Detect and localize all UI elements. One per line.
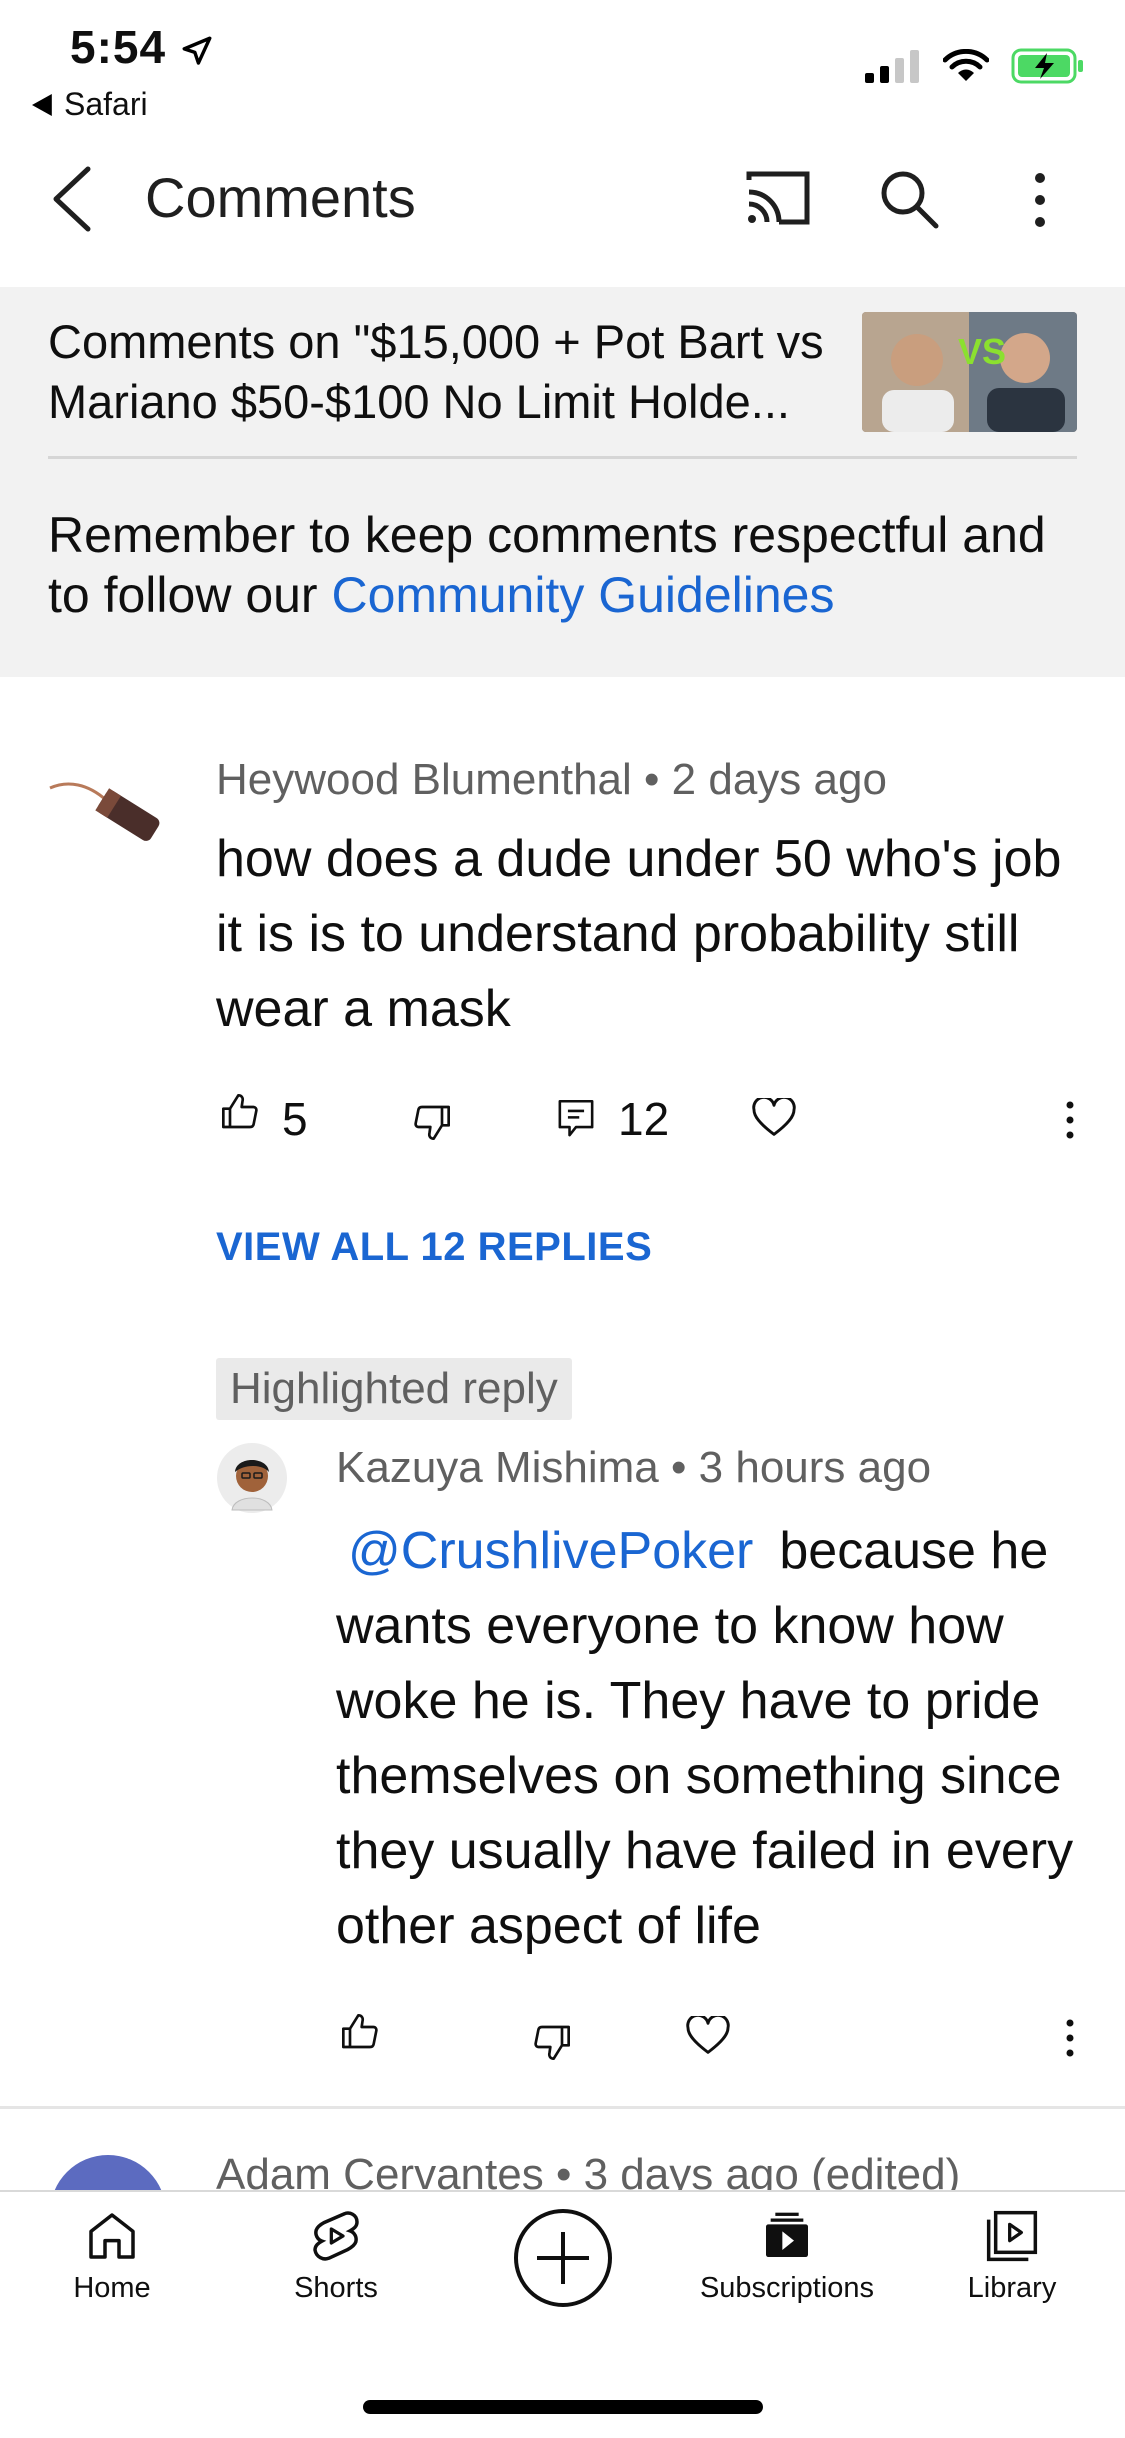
heart-icon bbox=[752, 1098, 796, 1138]
nav-shorts[interactable]: Shorts bbox=[256, 2208, 416, 2305]
back-app-label: Safari bbox=[64, 86, 148, 122]
thumb-down-icon bbox=[532, 2022, 572, 2062]
reply-text: because he wants everyone to know how wo… bbox=[336, 1522, 1074, 1955]
cast-button[interactable] bbox=[745, 170, 811, 226]
comment-divider bbox=[0, 2106, 1125, 2109]
back-to-safari[interactable]: Safari bbox=[32, 86, 148, 123]
nav-home[interactable]: Home bbox=[32, 2208, 192, 2305]
cellular-signal-icon bbox=[865, 49, 921, 83]
search-button[interactable] bbox=[878, 168, 940, 230]
reply-more-button[interactable] bbox=[1060, 2018, 1080, 2058]
reply-count: 12 bbox=[618, 1093, 670, 1145]
location-arrow-icon bbox=[180, 34, 214, 68]
battery-charging-icon bbox=[1011, 48, 1085, 84]
reply-button[interactable] bbox=[556, 1098, 596, 1140]
reply-time: 3 hours ago bbox=[698, 1443, 932, 1492]
library-icon bbox=[984, 2208, 1040, 2264]
nav-library-label: Library bbox=[967, 2272, 1057, 2304]
reply-heart-button[interactable] bbox=[686, 2016, 730, 2056]
reply-dislike-button[interactable] bbox=[532, 2022, 572, 2062]
thumb-up-icon bbox=[220, 1092, 260, 1132]
comment-author[interactable]: Heywood Blumenthal bbox=[216, 755, 632, 804]
more-vert-icon bbox=[1060, 2018, 1080, 2058]
thumb-down-icon bbox=[412, 1102, 452, 1142]
meta-separator: • bbox=[671, 1443, 699, 1492]
back-arrow-button[interactable] bbox=[50, 165, 94, 233]
thumb-up-icon bbox=[340, 2012, 380, 2052]
heart-button[interactable] bbox=[752, 1098, 796, 1138]
create-button[interactable] bbox=[513, 2208, 613, 2308]
comment-time: 2 days ago bbox=[671, 755, 887, 804]
time-text: 5:54 bbox=[70, 21, 167, 73]
page-title: Comments bbox=[145, 166, 416, 229]
more-vert-icon bbox=[1028, 170, 1052, 230]
highlighted-reply-label: Highlighted reply bbox=[216, 1358, 572, 1420]
nav-subscriptions-label: Subscriptions bbox=[699, 2272, 875, 2304]
reply-text-block: @CrushlivePoker because he wants everyone… bbox=[336, 1514, 1086, 1964]
chevron-left-icon bbox=[50, 165, 94, 233]
like-count: 5 bbox=[282, 1093, 308, 1145]
nav-subscriptions[interactable]: Subscriptions bbox=[700, 2208, 874, 2305]
comment-meta: Heywood Blumenthal • 2 days ago bbox=[216, 755, 887, 805]
like-button[interactable] bbox=[220, 1092, 260, 1132]
wifi-icon bbox=[943, 49, 989, 83]
comment-more-button[interactable] bbox=[1060, 1100, 1080, 1140]
video-title: Comments on "$15,000 + Pot Bart vs Maria… bbox=[48, 315, 824, 428]
community-guidelines-link[interactable]: Community Guidelines bbox=[331, 567, 834, 623]
status-time: 5:54 bbox=[70, 20, 214, 74]
meta-separator: • bbox=[644, 755, 672, 804]
home-indicator bbox=[363, 2400, 763, 2414]
nav-shorts-label: Shorts bbox=[294, 2272, 378, 2304]
back-triangle-icon bbox=[32, 93, 54, 116]
nav-home-label: Home bbox=[73, 2272, 151, 2304]
dislike-button[interactable] bbox=[412, 1102, 452, 1142]
comment-avatar[interactable] bbox=[48, 778, 162, 868]
search-icon bbox=[878, 168, 940, 230]
status-indicators bbox=[865, 48, 1085, 84]
more-options-button[interactable] bbox=[1028, 170, 1052, 230]
home-icon bbox=[84, 2208, 140, 2264]
cast-icon bbox=[745, 170, 811, 226]
reply-like-button[interactable] bbox=[340, 2012, 380, 2052]
heart-icon bbox=[686, 2016, 730, 2056]
reply-mention-link[interactable]: @CrushlivePoker bbox=[348, 1522, 753, 1580]
more-vert-icon bbox=[1060, 1100, 1080, 1140]
community-note: Remember to keep comments respectful and… bbox=[48, 505, 1088, 625]
comment-text: how does a dude under 50 who's job it is… bbox=[216, 830, 1062, 1038]
subscriptions-icon bbox=[759, 2208, 815, 2264]
reply-meta: Kazuya Mishima • 3 hours ago bbox=[336, 1443, 931, 1493]
add-circle-icon bbox=[513, 2208, 613, 2308]
thumbnail-vs-text: VS bbox=[958, 331, 1006, 372]
shorts-icon bbox=[308, 2208, 364, 2264]
banner-divider bbox=[48, 456, 1077, 459]
video-thumbnail[interactable]: VS bbox=[862, 312, 1077, 432]
view-all-replies-link[interactable]: VIEW ALL 12 REPLIES bbox=[216, 1225, 652, 1270]
nav-library[interactable]: Library bbox=[932, 2208, 1092, 2305]
reply-avatar[interactable] bbox=[216, 1442, 288, 1514]
comment-reply-icon bbox=[556, 1098, 596, 1140]
reply-author[interactable]: Kazuya Mishima bbox=[336, 1443, 659, 1492]
